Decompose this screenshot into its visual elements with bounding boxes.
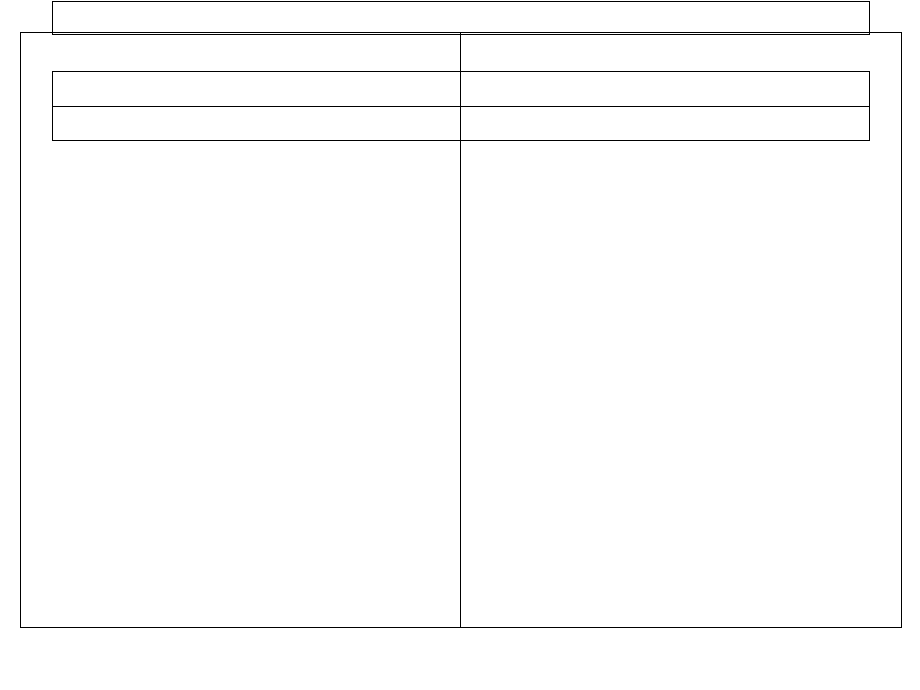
inner-table [52, 71, 870, 141]
top-bar [52, 1, 870, 35]
table-row-divider [53, 106, 869, 107]
